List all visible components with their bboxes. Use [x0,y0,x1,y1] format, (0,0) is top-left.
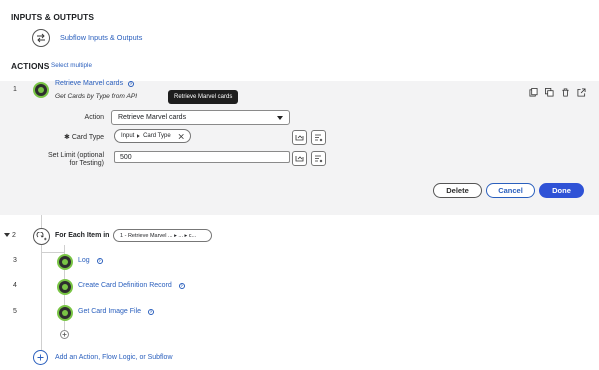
inputs-outputs-title: INPUTS & OUTPUTS [11,12,95,22]
set-limit-label-line: Set Limit (optional [47,152,104,159]
chevron-right-icon [137,134,141,138]
tooltip: Retrieve Marvel cards [168,90,239,104]
delete-button[interactable]: Delete [433,183,482,198]
close-icon[interactable] [178,133,184,140]
caret-down-icon [277,115,283,120]
script-toggle-button[interactable] [311,130,326,145]
info-icon[interactable]: ? [128,80,135,87]
flow-connector [41,245,42,350]
pill-part: Input [121,133,135,139]
step-number: 5 [13,308,17,315]
action-select[interactable]: Retrieve Marvel cards [111,110,290,125]
required-marker: ✱ [64,134,70,141]
for-each-data-pill[interactable]: 1 - Retrieve Marvel ... ▸ ... ▸ c... [113,229,212,242]
for-each-icon [33,228,50,245]
action-status-icon [33,82,49,98]
cancel-button[interactable]: Cancel [486,183,535,198]
script-icon [315,155,323,163]
script-icon [315,134,323,142]
info-icon[interactable]: ? [147,308,154,315]
trash-icon[interactable] [561,84,570,102]
set-limit-label-line: for Testing) [69,160,105,167]
card-type-label: ✱ Card Type [40,133,104,141]
collapse-chevron-icon[interactable] [4,233,10,237]
step-number: 4 [13,282,17,289]
card-type-label-text: Card Type [71,134,104,141]
set-limit-input[interactable]: 500 [114,151,290,163]
step-label-log[interactable]: Log ? [78,257,103,264]
copy-icon[interactable] [529,84,538,102]
action-status-icon [57,305,73,321]
done-button[interactable]: Done [539,183,584,198]
step-subtitle: Get Cards by Type from API [55,93,138,100]
flow-connector [41,252,64,253]
swap-arrows-icon[interactable] [32,29,50,47]
add-inner-step-icon[interactable] [60,330,69,339]
step-number: 3 [13,257,17,264]
script-toggle-button[interactable] [311,151,326,166]
card-type-data-pill[interactable]: Input Card Type [114,129,191,143]
info-icon[interactable]: ? [178,282,185,289]
action-select-value: Retrieve Marvel cards [118,114,187,121]
set-limit-label: Set Limit (optional for Testing) [28,152,104,168]
action-label: Action [84,114,104,121]
duplicate-icon[interactable] [545,84,554,102]
step-label-retrieve-marvel-cards[interactable]: Retrieve Marvel cards ? [55,80,135,87]
step-label-create-card-definition-record[interactable]: Create Card Definition Record ? [78,282,185,289]
step-label-text: Create Card Definition Record [78,282,172,289]
add-action-link[interactable]: Add an Action, Flow Logic, or Subflow [55,354,173,361]
data-pill-picker-button[interactable] [292,151,307,166]
step-label-get-card-image-file[interactable]: Get Card Image File ? [78,308,154,315]
info-icon[interactable]: ? [96,257,103,264]
data-pill-picker-button[interactable] [292,130,307,145]
data-pill-picker-icon [295,135,304,141]
subflow-inputs-outputs-link[interactable]: Subflow Inputs & Outputs [60,33,142,42]
actions-title: ACTIONS [11,61,50,71]
data-pill-picker-icon [295,156,304,162]
open-external-icon[interactable] [577,84,586,102]
action-status-icon [57,279,73,295]
step-label-text: Get Card Image File [78,308,142,315]
for-each-label: For Each Item in [55,232,110,239]
action-status-icon [57,254,73,270]
step-label-text: Retrieve Marvel cards [55,80,124,87]
pill-part: Card Type [143,133,171,139]
add-action-icon[interactable] [33,350,48,365]
step-number: 2 [12,232,16,239]
step-label-text: Log [78,257,90,264]
step-number: 1 [13,86,17,93]
select-multiple-link[interactable]: Select multiple [51,62,92,69]
